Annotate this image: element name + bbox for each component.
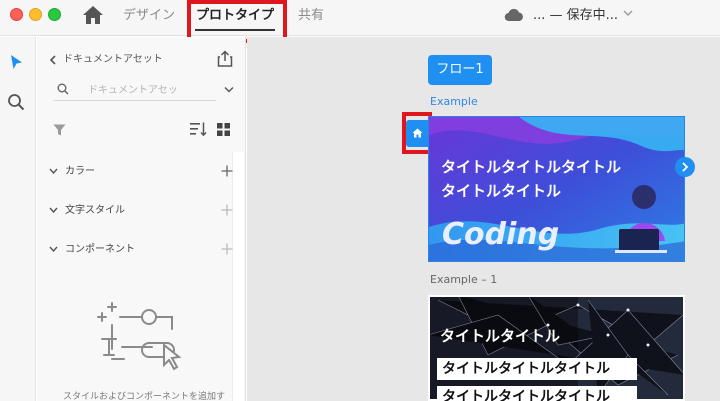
- add-icon[interactable]: [221, 243, 233, 255]
- artboard-title: タイトルタイトル: [440, 327, 561, 345]
- section-components[interactable]: コンポーネント: [47, 241, 233, 259]
- artboard-heading-line1: タイトルタイトルタイトル: [441, 158, 622, 176]
- artboard-text-box: タイトルタイトルタイトル: [437, 358, 637, 380]
- artboard-label[interactable]: Example: [430, 95, 478, 109]
- tab-design[interactable]: デザイン: [123, 5, 175, 27]
- add-icon[interactable]: [221, 204, 233, 216]
- search-input[interactable]: [88, 81, 213, 99]
- artboard-example[interactable]: タイトルタイトルタイトル タイトルタイトル Coding: [428, 116, 685, 262]
- tool-bar: [0, 37, 36, 401]
- chevron-down-icon[interactable]: [49, 207, 58, 213]
- save-status[interactable]: ... — 保存中...: [533, 6, 618, 26]
- section-text-styles[interactable]: 文字スタイル: [47, 202, 233, 220]
- zoom-icon[interactable]: [7, 93, 25, 111]
- add-icon[interactable]: [221, 165, 233, 177]
- artboard-example-1[interactable]: タイトルタイトル タイトルタイトルタイトル タイトルタイトルタイトル: [428, 295, 685, 401]
- back-chevron-icon[interactable]: [49, 55, 56, 65]
- panel-scrollbar[interactable]: [232, 152, 244, 401]
- asset-search: [53, 79, 216, 101]
- chevron-down-icon[interactable]: [49, 246, 58, 252]
- flow-button[interactable]: フロー1: [428, 55, 492, 85]
- sort-icon[interactable]: [190, 122, 207, 136]
- search-icon: [57, 83, 69, 95]
- select-arrow-icon[interactable]: [9, 54, 23, 70]
- assets-illustration-icon: [97, 302, 182, 371]
- section-label: コンポーネント: [65, 244, 135, 255]
- title-bar: デザイン プロトタイプ 共有 ... — 保存中...: [0, 0, 720, 36]
- section-colors[interactable]: カラー: [47, 163, 233, 181]
- window-maximize-button[interactable]: [48, 8, 61, 21]
- artboard-hero-text: Coding: [442, 217, 560, 252]
- flow-connector-arrow[interactable]: [675, 157, 695, 177]
- home-icon[interactable]: [82, 5, 104, 25]
- empty-state-text: スタイルおよびコンポーネントを追加す: [62, 392, 225, 401]
- chevron-right-icon: [682, 162, 689, 172]
- window-minimize-button[interactable]: [29, 8, 42, 21]
- section-label: カラー: [65, 166, 95, 177]
- section-label: 文字スタイル: [65, 205, 125, 216]
- artboard-heading-line2: タイトルタイトル: [441, 182, 562, 200]
- export-icon[interactable]: [217, 50, 233, 67]
- cloud-icon: [504, 8, 523, 22]
- artboard-label[interactable]: Example – 1: [430, 273, 497, 287]
- document-assets-panel: ドキュメントアセット カラー 文字スタイル: [37, 37, 246, 401]
- chevron-down-icon[interactable]: [623, 9, 633, 17]
- tab-share[interactable]: 共有: [298, 5, 324, 27]
- window-close-button[interactable]: [10, 8, 23, 21]
- filter-icon[interactable]: [53, 124, 66, 136]
- artboard-text-box: タイトルタイトルタイトル: [437, 386, 637, 401]
- chevron-down-icon[interactable]: [224, 86, 234, 93]
- chevron-down-icon[interactable]: [49, 168, 58, 174]
- grid-view-icon[interactable]: [217, 123, 230, 136]
- panel-title: ドキュメントアセット: [63, 54, 163, 65]
